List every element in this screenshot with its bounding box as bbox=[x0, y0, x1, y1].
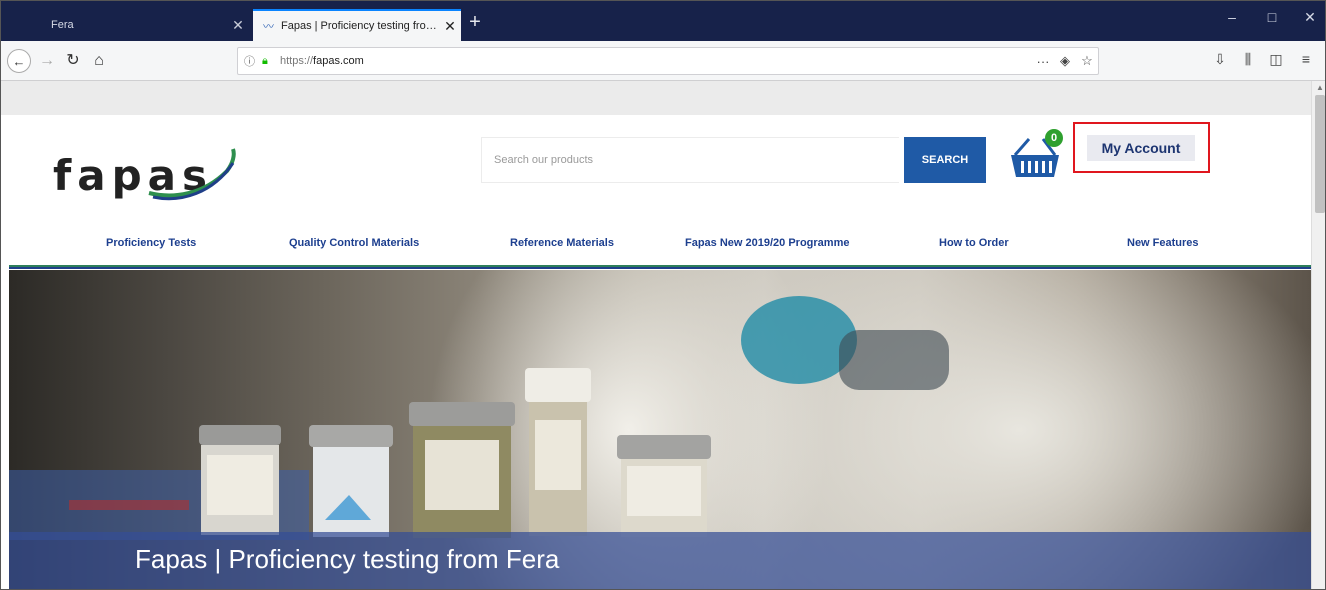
minimize-icon[interactable]: – bbox=[1217, 9, 1247, 25]
back-arrow-icon[interactable]: ← bbox=[7, 49, 31, 73]
navigation-toolbar: ← → ↻ ⌂ ⓘ 🔒︎ https://fapas.com ··· ◈ ☆ ⇩… bbox=[1, 41, 1325, 81]
sidebar-icon[interactable]: ◫ bbox=[1265, 51, 1287, 68]
page-viewport: fapas SEARCH 0 My Account bbox=[1, 81, 1311, 589]
my-account-button[interactable]: My Account bbox=[1087, 135, 1195, 161]
logo-swoosh bbox=[148, 148, 236, 201]
close-window-icon[interactable]: ✕ bbox=[1295, 9, 1325, 26]
tab-title: Fera bbox=[51, 19, 74, 31]
nav-new-features[interactable]: New Features bbox=[1127, 237, 1199, 249]
plus-icon[interactable]: + bbox=[463, 11, 487, 35]
page-actions-icon[interactable]: ··· bbox=[1032, 54, 1054, 69]
maximize-icon[interactable]: □ bbox=[1257, 9, 1287, 25]
bookmark-star-icon[interactable]: ☆ bbox=[1076, 53, 1098, 69]
url-text[interactable]: https://fapas.com bbox=[280, 55, 1032, 67]
vertical-scrollbar[interactable]: ▲ bbox=[1311, 81, 1325, 589]
scroll-up-arrow-icon[interactable]: ▲ bbox=[1312, 83, 1325, 92]
info-icon[interactable]: ⓘ bbox=[244, 53, 262, 69]
nav-programme[interactable]: Fapas New 2019/20 Programme bbox=[685, 237, 849, 249]
basket-count-badge: 0 bbox=[1045, 129, 1063, 147]
fapas-favicon-icon: 〰 bbox=[263, 21, 274, 33]
url-protocol: https:// bbox=[280, 55, 314, 67]
tab-fapas[interactable]: 〰 Fapas | Proficiency testing fro… ✕ bbox=[253, 9, 461, 41]
close-tab-icon[interactable]: ✕ bbox=[439, 18, 461, 35]
hero-title: Fapas | Proficiency testing from Fera bbox=[135, 544, 560, 574]
nav-how-to-order[interactable]: How to Order bbox=[939, 237, 1009, 249]
forward-arrow-icon[interactable]: → bbox=[35, 49, 59, 73]
menu-hamburger-icon[interactable]: ≡ bbox=[1295, 51, 1317, 67]
browser-window: Fera ✕ 〰 Fapas | Proficiency testing fro… bbox=[0, 0, 1326, 590]
nav-reference-materials[interactable]: Reference Materials bbox=[510, 237, 614, 249]
library-icon[interactable]: ⫼ bbox=[1237, 51, 1259, 68]
address-bar[interactable]: ⓘ 🔒︎ https://fapas.com ··· ◈ ☆ bbox=[237, 47, 1099, 75]
basket-button[interactable]: 0 bbox=[1009, 129, 1069, 185]
tab-bar: Fera ✕ 〰 Fapas | Proficiency testing fro… bbox=[1, 1, 1325, 41]
close-tab-icon[interactable]: ✕ bbox=[227, 17, 249, 34]
tab-title: Fapas | Proficiency testing fro… bbox=[281, 20, 437, 32]
nav-quality-control-materials[interactable]: Quality Control Materials bbox=[289, 237, 419, 249]
url-host: fapas.com bbox=[313, 55, 364, 67]
main-nav: Proficiency Tests Quality Control Materi… bbox=[1, 231, 1311, 261]
lock-icon[interactable]: 🔒︎ bbox=[262, 55, 276, 68]
tab-fera[interactable]: Fera ✕ bbox=[41, 9, 249, 41]
pocket-icon[interactable]: ◈ bbox=[1054, 53, 1076, 69]
fapas-logo[interactable]: fapas bbox=[53, 141, 243, 205]
reload-icon[interactable]: ↻ bbox=[61, 49, 85, 73]
nav-divider bbox=[9, 265, 1311, 269]
scrollbar-thumb[interactable] bbox=[1315, 95, 1325, 213]
search-button[interactable]: SEARCH bbox=[904, 137, 986, 183]
hero-banner: Fapas | Proficiency testing from Fera bbox=[9, 270, 1311, 589]
nav-proficiency-tests[interactable]: Proficiency Tests bbox=[106, 237, 196, 249]
home-icon[interactable]: ⌂ bbox=[87, 49, 111, 73]
search-input[interactable] bbox=[481, 137, 899, 183]
top-strip bbox=[1, 81, 1311, 115]
downloads-icon[interactable]: ⇩ bbox=[1209, 51, 1231, 68]
